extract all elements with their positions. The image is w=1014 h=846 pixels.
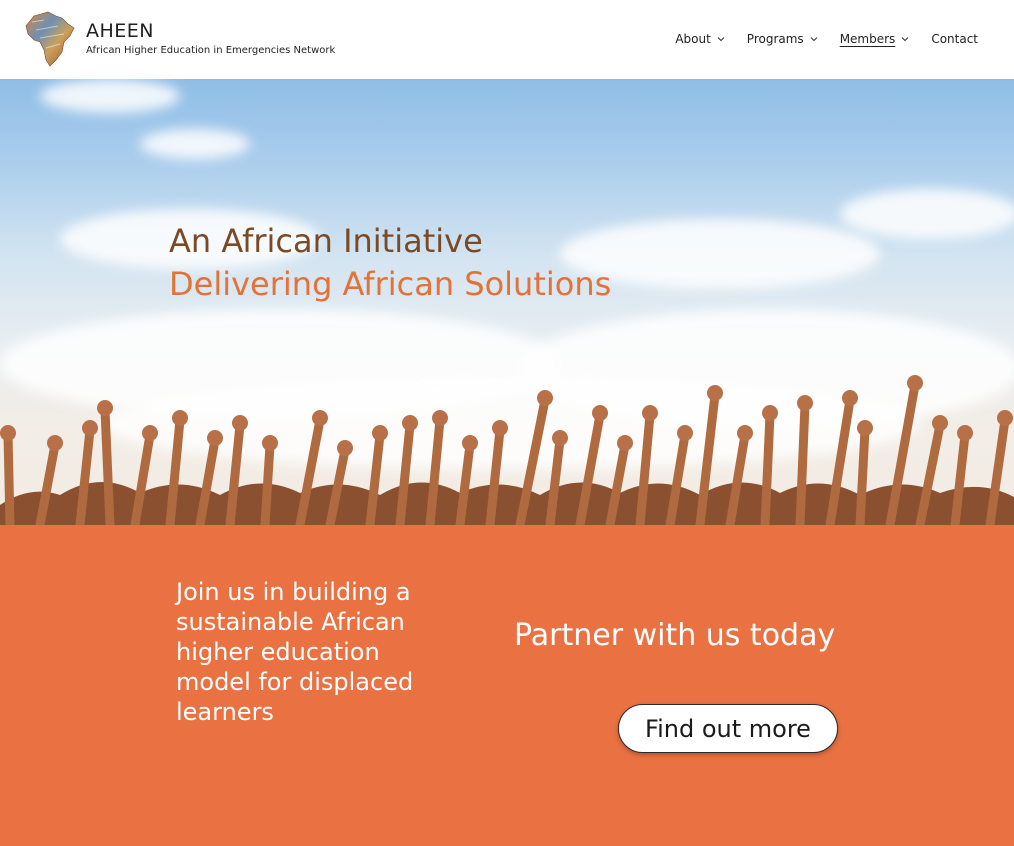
nav-item-label: About — [675, 32, 711, 46]
nav-item-about[interactable]: About — [675, 32, 725, 46]
chevron-down-icon — [901, 37, 909, 42]
nav-item-contact[interactable]: Contact — [931, 32, 978, 46]
nav-item-label: Members — [839, 32, 896, 46]
cloud-shape — [140, 129, 250, 159]
nav-item-members[interactable]: Members — [840, 32, 910, 46]
chevron-down-icon — [810, 37, 818, 42]
main-nav: About Programs Members Contact — [653, 32, 978, 46]
hero-heading-line2: Delivering African Solutions — [169, 265, 612, 303]
find-out-more-button[interactable]: Find out more — [618, 704, 838, 753]
cta-description: Join us in building a sustainable Africa… — [176, 578, 414, 726]
chevron-down-icon — [717, 37, 725, 42]
africa-map-logo-icon[interactable] — [24, 10, 76, 68]
brand-subtitle: African Higher Education in Emergencies … — [86, 45, 336, 56]
raised-hands-crowd-icon — [0, 375, 1014, 525]
hero-heading-line1: An African Initiative — [169, 222, 483, 260]
brand-title[interactable]: AHEEN — [86, 20, 154, 42]
cloud-shape — [840, 189, 1014, 239]
site-header: AHEEN African Higher Education in Emerge… — [0, 0, 1014, 79]
nav-item-programs[interactable]: Programs — [747, 32, 818, 46]
cta-title: Partner with us today — [514, 618, 836, 653]
hero-banner: An African Initiative Delivering African… — [0, 79, 1014, 525]
cloud-shape — [40, 79, 180, 113]
partner-cta-section: Join us in building a sustainable Africa… — [0, 525, 1014, 846]
nav-item-label: Programs — [746, 32, 804, 46]
nav-item-label: Contact — [931, 32, 978, 46]
